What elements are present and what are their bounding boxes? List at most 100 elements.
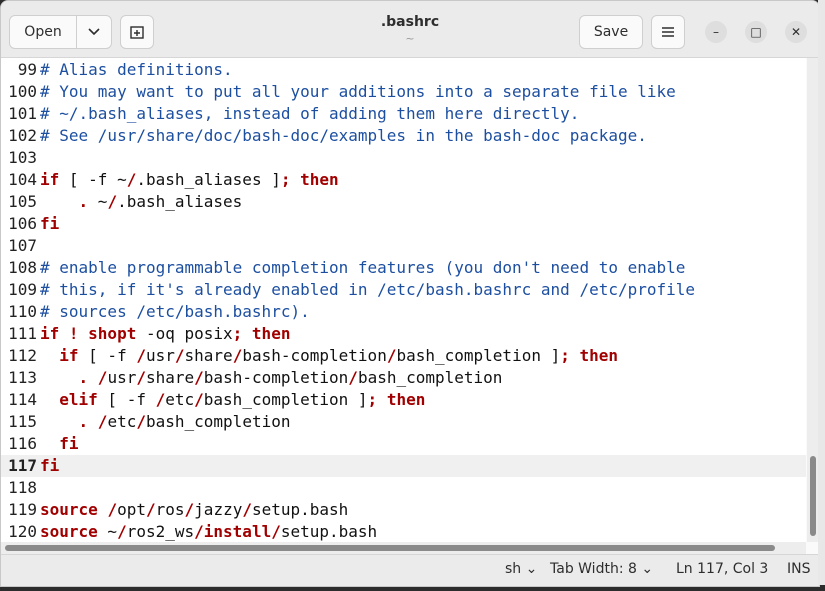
code-line[interactable]: 110 # sources /etc/bash.bashrc). <box>1 301 806 323</box>
close-icon: ✕ <box>790 25 802 39</box>
horizontal-scrollbar[interactable] <box>1 542 806 554</box>
code-line[interactable]: 108 # enable programmable completion feat… <box>1 257 806 279</box>
code-token: setup.bash <box>251 500 349 519</box>
horizontal-scroll-thumb[interactable] <box>5 545 775 551</box>
code-token: ; then <box>560 346 619 365</box>
line-number: 117 <box>8 456 37 475</box>
code-token: / <box>155 390 166 409</box>
chevron-down-icon: ⌄ <box>525 561 538 577</box>
line-text: # Alias definitions. <box>40 59 233 81</box>
code-token: / <box>107 192 118 211</box>
code-token: / <box>126 170 137 189</box>
code-line[interactable]: 112 if [ -f /usr/share/bash-completion/b… <box>1 345 806 367</box>
code-line[interactable]: 119 source /opt/ros/jazzy/setup.bash <box>1 499 806 521</box>
code-line[interactable]: 113 . /usr/share/bash-completion/bash_co… <box>1 367 806 389</box>
code-token: setup.bash <box>280 522 378 541</box>
line-text: . ~/.bash_aliases <box>40 191 243 213</box>
code-line[interactable]: 115 . /etc/bash_completion <box>1 411 806 433</box>
code-token: bash_completion ] <box>203 390 368 409</box>
code-line[interactable]: 104 if [ -f ~/.bash_aliases ]; then <box>1 169 806 191</box>
code-token: fi <box>59 434 79 453</box>
code-line[interactable]: 106 fi <box>1 213 806 235</box>
line-text: # enable programmable completion feature… <box>40 257 685 279</box>
code-token: source <box>40 500 98 519</box>
document-title: .bashrc <box>380 14 440 30</box>
cursor-position[interactable]: Ln 117, Col 3 <box>676 561 768 577</box>
code-line[interactable]: 101 # ~/.bash_aliases, instead of adding … <box>1 103 806 125</box>
code-line[interactable]: 105 . ~/.bash_aliases <box>1 191 806 213</box>
line-number: 112 <box>8 346 37 365</box>
maximize-button[interactable]: □ <box>745 21 767 43</box>
document-path: ~ <box>405 32 415 45</box>
code-token: / <box>242 500 252 519</box>
code-token: [ -f <box>78 346 137 365</box>
code-token: etc <box>107 412 137 431</box>
tab-width-selector[interactable]: Tab Width: 8 ⌄ <box>550 561 653 577</box>
code-line[interactable]: 102 # See /usr/share/doc/bash-doc/example… <box>1 125 806 147</box>
code-token: ros2_ws <box>126 522 195 541</box>
code-token: # Alias definitions. <box>40 60 233 79</box>
code-line[interactable]: 120 source ~/ros2_ws/install/setup.bash <box>1 521 806 542</box>
code-token: ; then <box>280 170 339 189</box>
line-text: # sources /etc/bash.bashrc). <box>40 301 310 323</box>
code-line[interactable]: 118 <box>1 477 806 499</box>
language-selector[interactable]: sh ⌄ <box>505 561 537 577</box>
main-menu-button[interactable] <box>651 15 685 49</box>
code-token: / <box>184 500 195 519</box>
code-token: ros <box>155 500 185 519</box>
line-number: 111 <box>8 324 37 343</box>
text-editor-area[interactable]: 99 # Alias definitions. 100 # You may want … <box>1 58 806 542</box>
code-token: usr <box>107 368 137 387</box>
save-button[interactable]: Save <box>579 15 643 49</box>
code-line[interactable]: 111 if ! shopt -oq posix; then <box>1 323 806 345</box>
vertical-scroll-thumb[interactable] <box>810 456 816 536</box>
code-token: # See /usr/share/doc/bash-doc/examples i… <box>40 126 647 145</box>
code-token: jazzy <box>194 500 243 519</box>
code-line[interactable]: 114 elif [ -f /etc/bash_completion ]; th… <box>1 389 806 411</box>
code-token: / <box>232 346 243 365</box>
line-text: # You may want to put all your additions… <box>40 81 676 103</box>
line-number: 116 <box>8 434 37 453</box>
code-token: ~ <box>97 522 118 541</box>
line-number: 120 <box>8 522 37 541</box>
line-number: 99 <box>17 60 37 79</box>
minimize-button[interactable]: – <box>705 21 727 43</box>
code-token: / <box>136 346 146 365</box>
code-token: # this, if it's already enabled in /etc/… <box>40 280 696 299</box>
line-number: 110 <box>8 302 37 321</box>
code-token: # ~/.bash_aliases, instead of adding the… <box>40 104 580 123</box>
code-line[interactable]: 109 # this, if it's already enabled in /e… <box>1 279 806 301</box>
code-token: . <box>78 192 89 211</box>
status-bar: sh ⌄ Tab Width: 8 ⌄ Ln 117, Col 3 INS <box>1 554 819 586</box>
code-token: / <box>117 522 127 541</box>
code-line[interactable]: 99 # Alias definitions. <box>1 59 806 81</box>
code-token: bash_completion ] <box>396 346 561 365</box>
code-line[interactable]: 117 fi <box>1 455 806 477</box>
code-token: source <box>40 522 98 541</box>
line-text: # this, if it's already enabled in /etc/… <box>40 279 695 301</box>
header-bar: Open .bashrc ~ Save – □ ✕ <box>1 1 819 58</box>
code-token: etc <box>165 390 195 409</box>
code-token: / <box>348 368 358 387</box>
line-number: 109 <box>8 280 37 299</box>
line-number: 115 <box>8 412 37 431</box>
line-text: fi <box>40 433 79 455</box>
code-token: . / <box>78 412 108 431</box>
code-token: bash-completion <box>203 368 349 387</box>
code-token: ; then <box>367 390 426 409</box>
tab-width-label: Tab Width: 8 <box>550 561 637 577</box>
code-token: [ -f ~ <box>59 170 127 189</box>
code-line[interactable]: 107 <box>1 235 806 257</box>
code-token: [ -f <box>97 390 156 409</box>
code-token: ~ <box>88 192 108 211</box>
language-label: sh <box>505 561 522 577</box>
code-line[interactable]: 100 # You may want to put all your additi… <box>1 81 806 103</box>
code-token: # You may want to put all your additions… <box>40 82 676 101</box>
close-button[interactable]: ✕ <box>785 21 807 43</box>
code-line[interactable]: 103 <box>1 147 806 169</box>
line-number: 100 <box>8 82 37 101</box>
code-line[interactable]: 116 fi <box>1 433 806 455</box>
